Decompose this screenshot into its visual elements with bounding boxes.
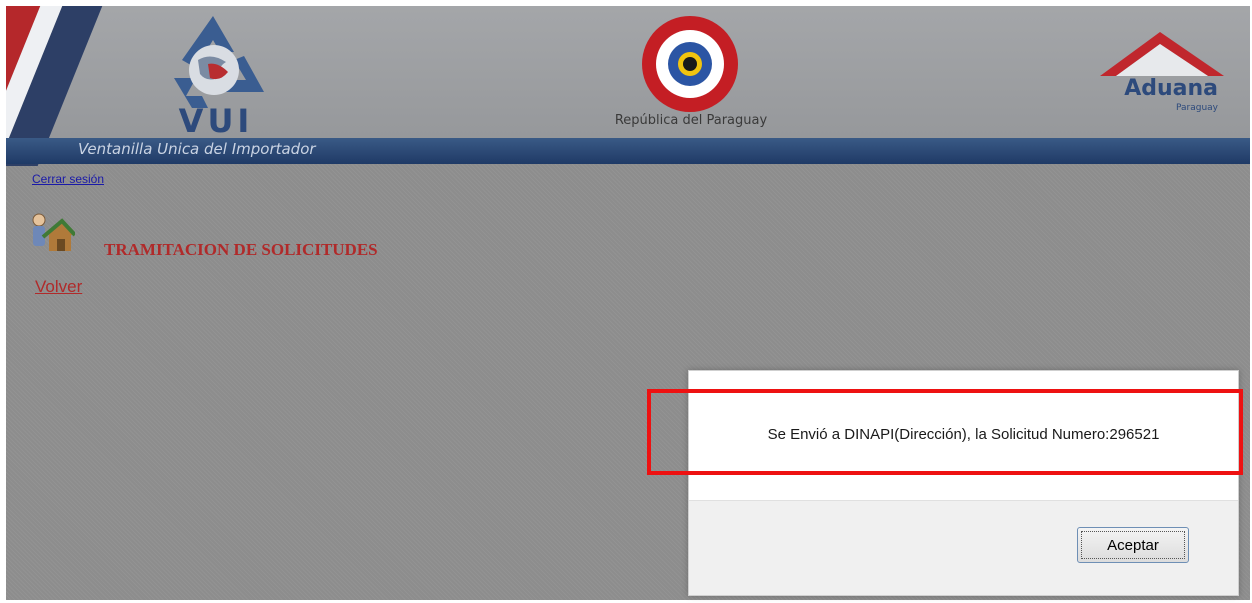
- page-title: TRAMITACION DE SOLICITUDES: [104, 240, 378, 259]
- tagline-text: Ventanilla Unica del Importador: [78, 140, 316, 158]
- accept-button[interactable]: Aceptar: [1077, 527, 1189, 563]
- back-link[interactable]: Volver: [35, 277, 82, 297]
- paraguay-seal-icon: [642, 16, 738, 112]
- vui-logo-text: VUI: [178, 102, 254, 140]
- aduana-roof-icon: [1100, 32, 1224, 76]
- accept-button-label: Aceptar: [1081, 531, 1185, 559]
- site-header: VUI República del Paraguay Aduana Paragu…: [6, 6, 1250, 166]
- user-house-icon: [32, 213, 75, 251]
- republica-label: República del Paraguay: [614, 113, 768, 128]
- dialog-footer: Aceptar: [689, 500, 1238, 595]
- aduana-logo-text: Aduana: [1124, 76, 1218, 101]
- aduana-country-text: Paraguay: [1175, 103, 1218, 113]
- logout-link[interactable]: Cerrar sesión: [32, 172, 104, 186]
- highlight-annotation: [647, 389, 1243, 475]
